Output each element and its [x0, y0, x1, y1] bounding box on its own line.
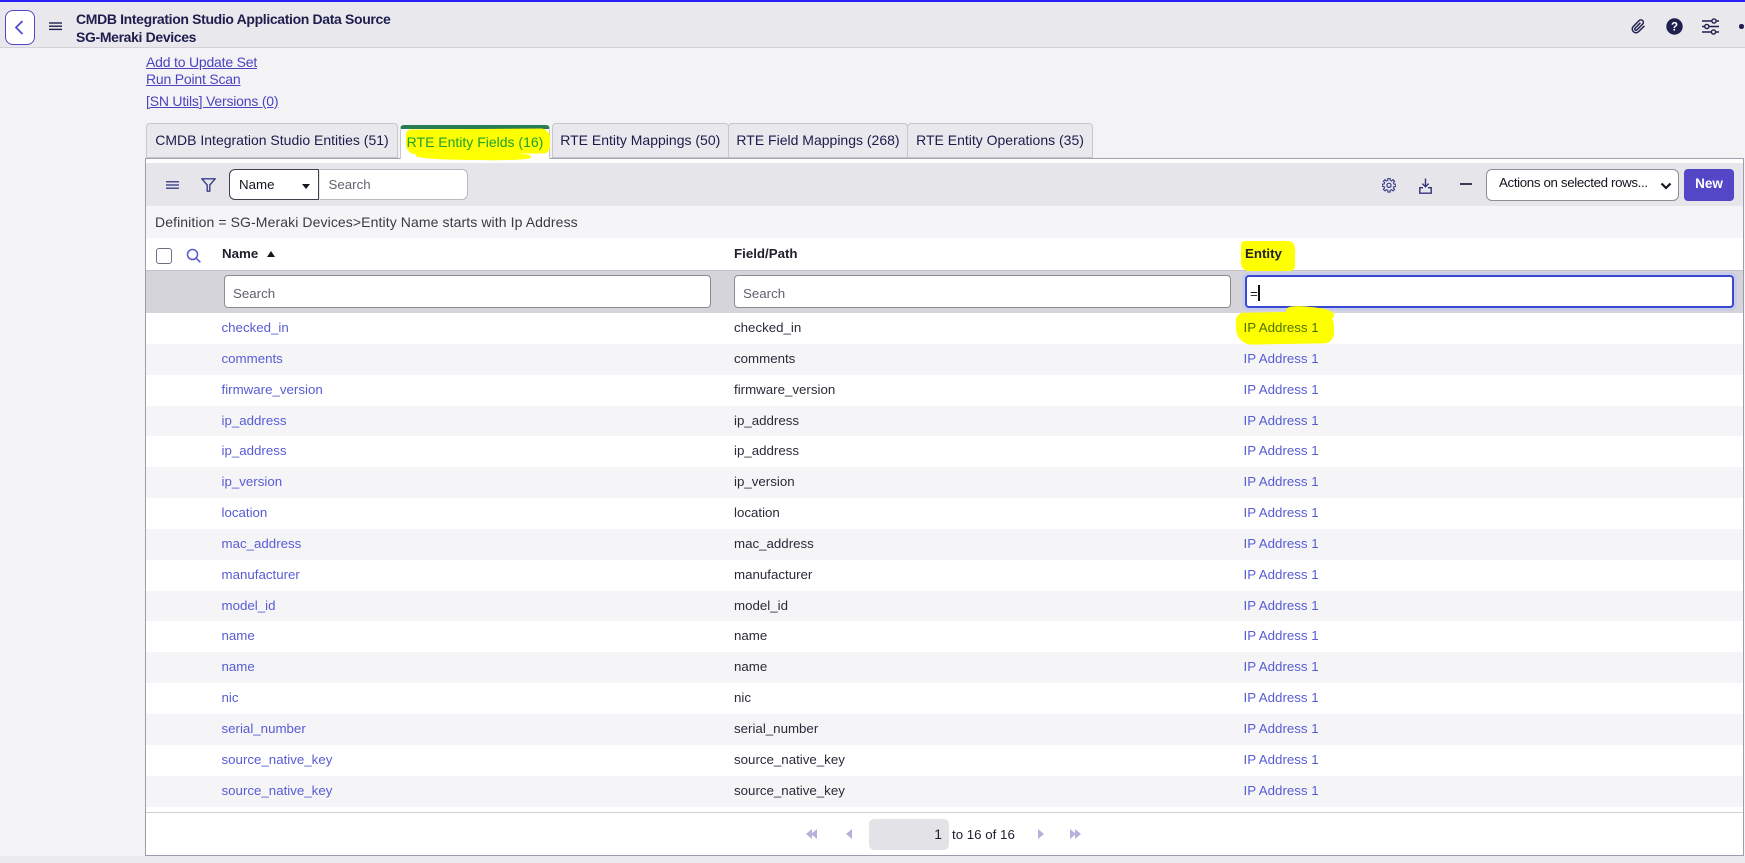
svg-text:?: ? — [1671, 21, 1678, 33]
